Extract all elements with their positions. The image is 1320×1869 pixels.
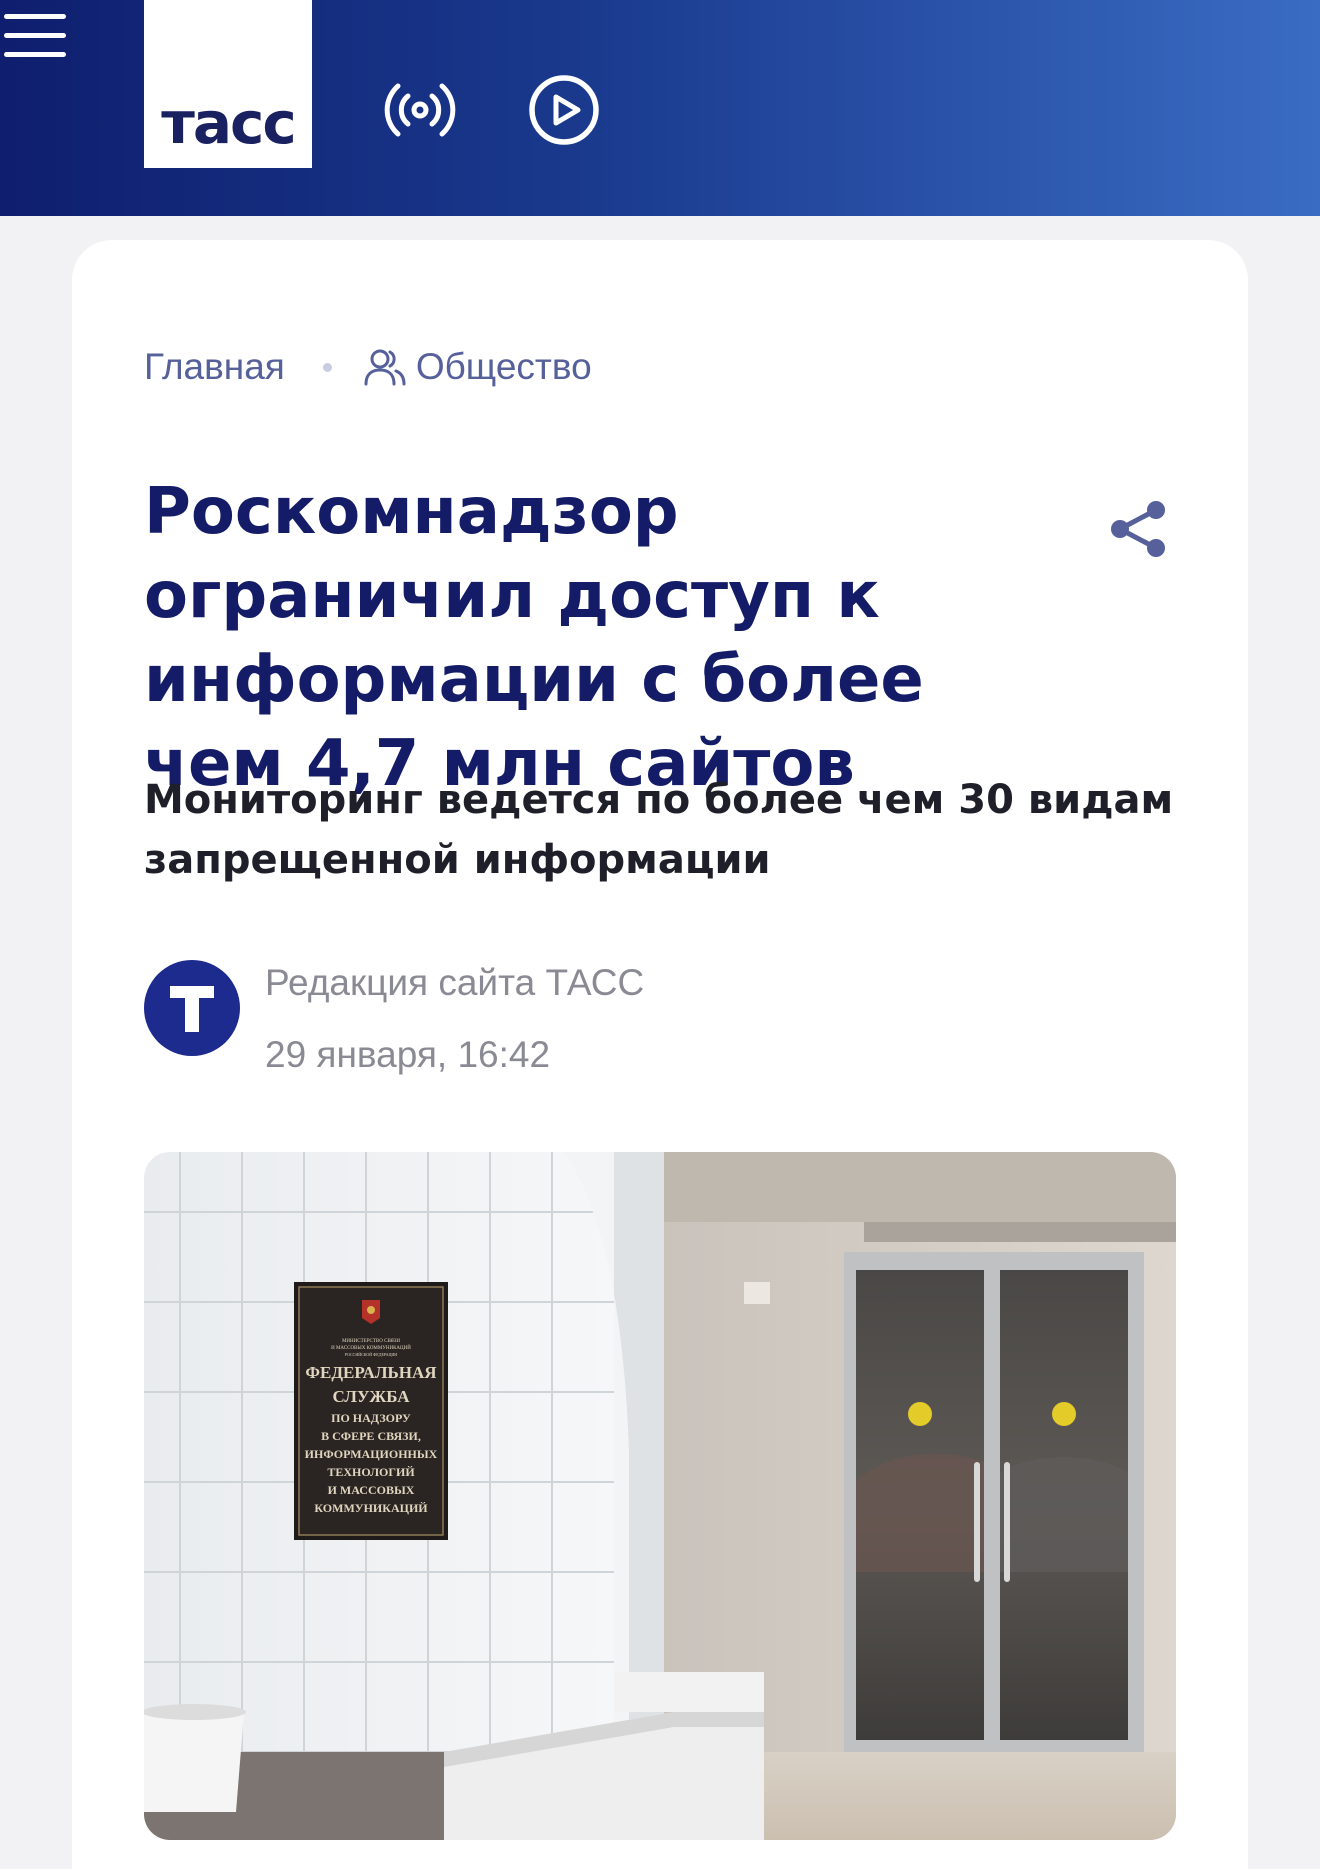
breadcrumb: Главная Общество — [144, 342, 592, 392]
breadcrumb-section-link[interactable]: Общество — [416, 346, 592, 388]
plaque-line-11: КОММУНИКАЦИЙ — [314, 1501, 428, 1515]
building-entrance-image: МИНИСТЕРСТВО СВЯЗИ И МАССОВЫХ КОММУНИКАЦ… — [144, 1152, 1176, 1840]
plaque-line-3: РОССИЙСКОЙ ФЕДЕРАЦИИ — [345, 1352, 397, 1357]
article-title: Роскомнадзор ограничил доступ к информац… — [144, 475, 924, 801]
hamburger-menu-icon[interactable] — [0, 0, 72, 72]
article-lead: Мониторинг ведется по более чем 30 видам… — [144, 777, 1174, 883]
plaque-line-9: ТЕХНОЛОГИЙ — [327, 1465, 415, 1479]
author-name[interactable]: Редакция сайта ТАСС — [265, 962, 644, 1004]
tass-logo[interactable]: тасс — [144, 0, 312, 168]
author-avatar[interactable] — [144, 960, 240, 1056]
plaque-line-7: В СФЕРЕ СВЯЗИ, — [321, 1429, 421, 1443]
author-initial-icon — [170, 986, 214, 1032]
publication-date: 29 января, 16:42 — [265, 1034, 551, 1075]
plaque-line-1: МИНИСТЕРСТВО СВЯЗИ — [342, 1339, 400, 1344]
radio-broadcast-icon[interactable] — [382, 72, 458, 148]
breadcrumb-home-link[interactable]: Главная — [144, 346, 285, 388]
plaque-line-5: СЛУЖБА — [332, 1387, 410, 1406]
plaque-line-2: И МАССОВЫХ КОММУНИКАЦИЙ — [331, 1345, 411, 1351]
breadcrumb-separator — [322, 362, 332, 372]
article-photo[interactable]: МИНИСТЕРСТВО СВЯЗИ И МАССОВЫХ КОММУНИКАЦ… — [144, 1152, 1176, 1840]
logo-text: тасс — [161, 89, 297, 157]
plaque-line-8: ИНФОРМАЦИОННЫХ — [305, 1447, 438, 1461]
play-circle-icon[interactable] — [526, 72, 602, 148]
plaque-line-10: И МАССОВЫХ — [328, 1483, 415, 1497]
plaque-line-4: ФЕДЕРАЛЬНАЯ — [305, 1363, 436, 1382]
top-header-bar: тасс — [0, 0, 1320, 216]
people-icon — [364, 349, 406, 386]
plaque-line-6: ПО НАДЗОРУ — [331, 1411, 411, 1425]
share-icon[interactable] — [1108, 498, 1170, 560]
